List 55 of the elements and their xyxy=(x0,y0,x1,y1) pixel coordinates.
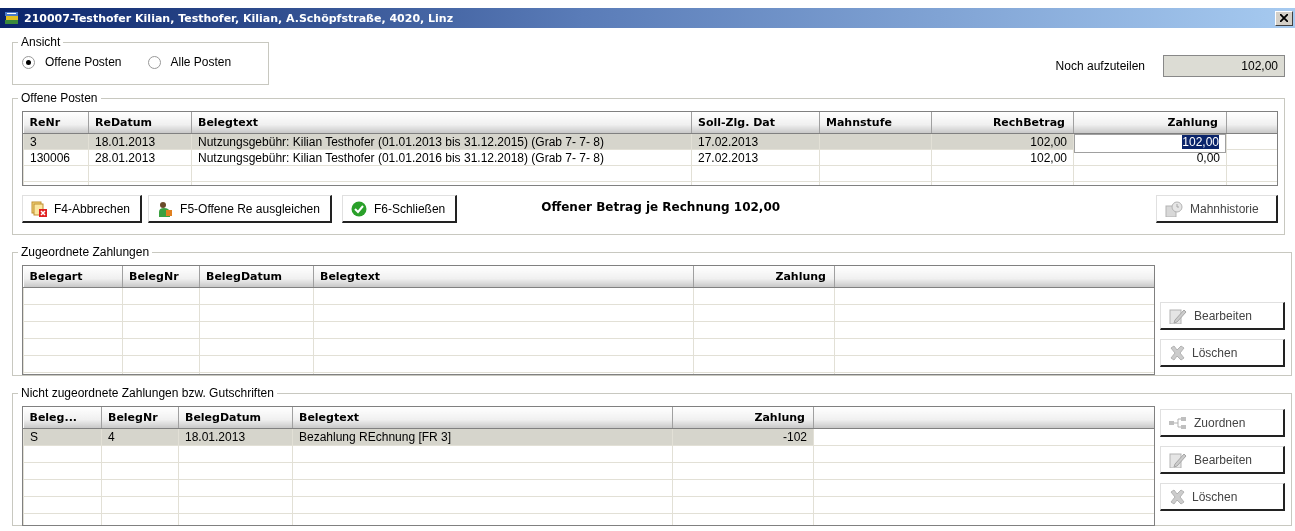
column-header[interactable]: Zahlung xyxy=(1073,112,1227,134)
table-cell: 27.02.2013 xyxy=(691,149,820,166)
window-title: 210007-Testhofer Kilian, Testhofer, Kilian, A.Schöpfstraße, 4020, Linz xyxy=(24,11,455,25)
amount-field[interactable]: 102,00 xyxy=(1163,55,1285,77)
column-header[interactable]: Belegart xyxy=(23,266,123,288)
column-header[interactable]: Belegtext xyxy=(292,407,673,429)
table-row[interactable]: S 4 18.01.2013 Bezahlung REchnung [FR 3] -102 xyxy=(23,428,1154,446)
radio-label: Offene Posten xyxy=(45,55,122,69)
column-header[interactable]: Mahnstufe xyxy=(819,112,932,134)
balance-button[interactable]: F5-Offene Re ausgleichen xyxy=(148,195,332,223)
connector-icon xyxy=(1169,415,1187,430)
table-cell: Nutzungsgebühr: Kilian Testhofer (01.01.2016 bis 31.12.2018) (Grab 7- 7- 8) xyxy=(191,149,692,166)
table-cell: 0,00 xyxy=(1073,149,1227,166)
column-header[interactable]: BelegDatum xyxy=(178,407,293,429)
close-button[interactable] xyxy=(1275,10,1293,26)
column-header[interactable]: BelegNr xyxy=(122,266,200,288)
radio-button[interactable] xyxy=(22,55,35,69)
group-label: Zugeordnete Zahlungen xyxy=(20,245,151,259)
radio-button[interactable] xyxy=(147,55,161,69)
summary-text: Offener Betrag je Rechnung 102,00 xyxy=(541,200,782,216)
group-label: Offene Posten xyxy=(20,91,99,105)
document-clock-icon xyxy=(1165,200,1183,217)
column-header xyxy=(1226,112,1277,134)
column-header[interactable]: ReDatum xyxy=(88,112,192,134)
table-cell: 28.01.2013 xyxy=(88,149,192,166)
document-cross-icon xyxy=(31,200,47,217)
cross-icon xyxy=(1169,344,1185,361)
close-icon xyxy=(1280,14,1288,22)
radio-label: Alle Posten xyxy=(170,55,232,69)
close-button[interactable]: F6-Schließen xyxy=(341,195,458,223)
column-header[interactable]: Zahlung xyxy=(672,407,814,429)
table-cell: 130006 xyxy=(23,149,89,166)
field-label: Noch aufzuteilen xyxy=(1055,59,1145,73)
column-header[interactable]: Belegtext xyxy=(191,112,692,134)
column-header[interactable]: BelegNr xyxy=(101,407,179,429)
table-row[interactable]: 130006 28.01.2013 Nutzungsgebühr: Kilian Testhofer (01.01.2016 bis 31.12.2018) (Grab 7- 7- 8) 27.02.2013 102,00 0,00 xyxy=(23,149,1277,166)
table-row[interactable]: 3 18.01.2013 Nutzungsgebühr: Kilian Testhofer (01.01.2013 bis 31.12.2015) (Grab 7- 7- 8) 17.02.2013 102,00 102,00 xyxy=(23,133,1277,150)
column-header[interactable]: Beleg... xyxy=(23,407,102,429)
table-cell: 102,00 xyxy=(931,149,1074,166)
person-icon xyxy=(157,200,174,217)
notepad-pencil-icon xyxy=(1169,307,1187,324)
checkmark-icon xyxy=(350,200,367,217)
column-header[interactable]: Soll-Zlg. Dat xyxy=(691,112,820,134)
book-stack-icon xyxy=(4,10,20,26)
amount-field[interactable]: 102,00 xyxy=(1074,134,1226,153)
column-header[interactable]: BelegDatum xyxy=(199,266,314,288)
column-header[interactable]: Zahlung xyxy=(693,266,835,288)
cross-icon xyxy=(1169,488,1185,505)
notepad-pencil-icon xyxy=(1169,451,1187,468)
cancel-button[interactable]: F4-Abbrechen xyxy=(22,195,143,223)
group-label: Nicht zugeordnete Zahlungen bzw. Gutschriften xyxy=(20,386,275,400)
column-header[interactable]: ReNr xyxy=(23,112,89,134)
group-label: Ansicht xyxy=(20,35,62,49)
column-header[interactable]: Belegtext xyxy=(313,266,694,288)
column-header[interactable]: RechBetrag xyxy=(931,112,1074,134)
